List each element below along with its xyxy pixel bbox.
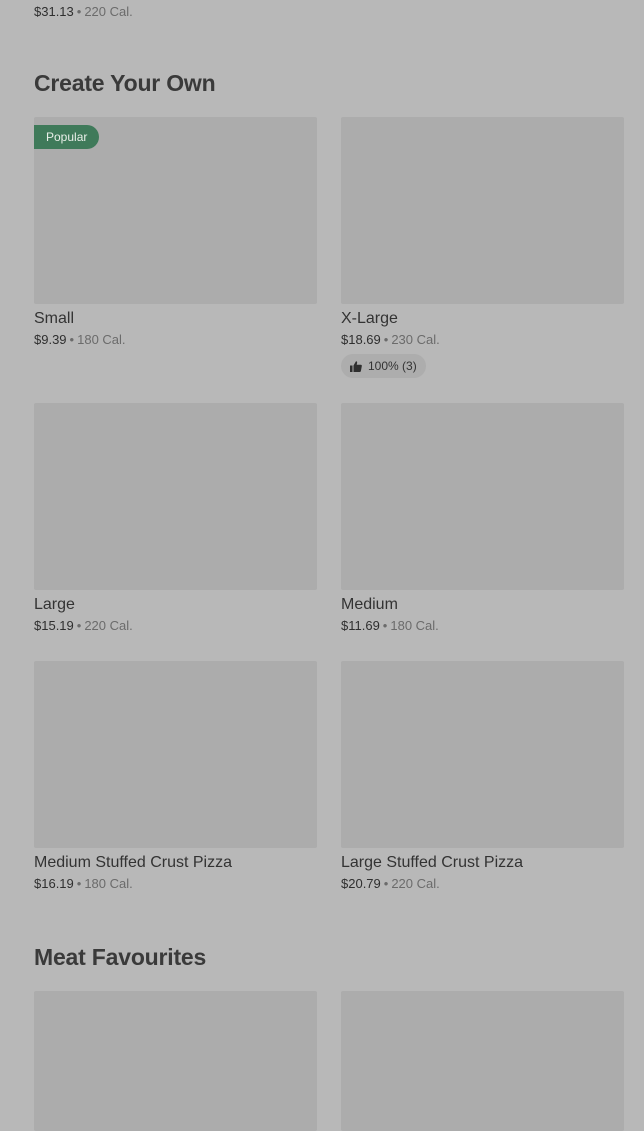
item-price: $16.19 <box>34 876 74 891</box>
rating-text: 100% (3) <box>368 359 417 373</box>
item-image[interactable] <box>34 991 317 1131</box>
item-image[interactable] <box>341 403 624 590</box>
item-calories: 220 Cal. <box>84 618 133 633</box>
menu-item-card[interactable]: Large $15.19 • 220 Cal. <box>34 403 317 634</box>
item-name: X-Large <box>341 310 398 327</box>
menu-item-card[interactable] <box>34 991 317 1131</box>
menu-item-card[interactable] <box>341 991 624 1131</box>
item-image[interactable]: Popular <box>34 117 317 304</box>
item-calories: 220 Cal. <box>84 4 133 19</box>
section-title-meat-favourites: Meat Favourites <box>34 944 207 970</box>
item-meta: $9.39 • 180 Cal. <box>34 332 317 348</box>
rating-chip: 100% (3) <box>341 354 426 378</box>
item-name: Large <box>34 596 75 613</box>
item-price: $20.79 <box>341 876 381 891</box>
item-price: $11.69 <box>341 618 380 633</box>
item-image[interactable] <box>341 117 624 304</box>
item-name: Medium Stuffed Crust Pizza <box>34 854 233 871</box>
separator-dot: • <box>69 332 75 347</box>
item-name: Medium <box>341 596 398 613</box>
item-calories: 180 Cal. <box>84 876 133 891</box>
separator-dot: • <box>76 4 82 19</box>
item-image[interactable] <box>341 991 624 1131</box>
menu-item-card[interactable]: Popular Small $9.39 • 180 Cal. <box>34 117 317 348</box>
section-title-create-your-own: Create Your Own <box>34 70 216 96</box>
menu-item-card[interactable]: Medium Stuffed Crust Pizza $16.19 • 180 Ca… <box>34 661 317 892</box>
top-item-meta: $31.13 • 220 Cal. <box>34 4 133 19</box>
popular-badge: Popular <box>34 125 100 149</box>
item-name: Large Stuffed Crust Pizza <box>341 854 524 871</box>
item-meta: $11.69 • 180 Cal. <box>341 618 624 634</box>
item-image[interactable] <box>341 661 624 848</box>
separator-dot: • <box>76 618 82 633</box>
item-calories: 180 Cal. <box>77 332 126 347</box>
separator-dot: • <box>383 332 389 347</box>
item-price: $18.69 <box>341 332 381 347</box>
item-meta: $18.69 • 230 Cal. <box>341 332 624 348</box>
menu-item-card[interactable]: Large Stuffed Crust Pizza $20.79 • 220 Cal… <box>341 661 624 892</box>
menu-item-card[interactable]: X-Large $18.69 • 230 Cal. 100% (3) <box>341 117 624 378</box>
menu-item-card[interactable]: Medium $11.69 • 180 Cal. <box>341 403 624 634</box>
item-calories: 230 Cal. <box>391 332 440 347</box>
item-meta: $16.19 • 180 Cal. <box>34 876 317 892</box>
item-name: Small <box>34 310 75 327</box>
item-image[interactable] <box>34 403 317 590</box>
item-calories: 180 Cal. <box>390 618 439 633</box>
item-meta: $20.79 • 220 Cal. <box>341 876 624 892</box>
item-meta: $15.19 • 220 Cal. <box>34 618 317 634</box>
separator-dot: • <box>76 876 82 891</box>
item-calories: 220 Cal. <box>391 876 440 891</box>
separator-dot: • <box>382 618 388 633</box>
thumbs-up-icon <box>350 360 362 372</box>
item-price: $15.19 <box>34 618 74 633</box>
separator-dot: • <box>383 876 389 891</box>
item-image[interactable] <box>34 661 317 848</box>
item-price: $31.13 <box>34 4 74 19</box>
item-price: $9.39 <box>34 332 67 347</box>
